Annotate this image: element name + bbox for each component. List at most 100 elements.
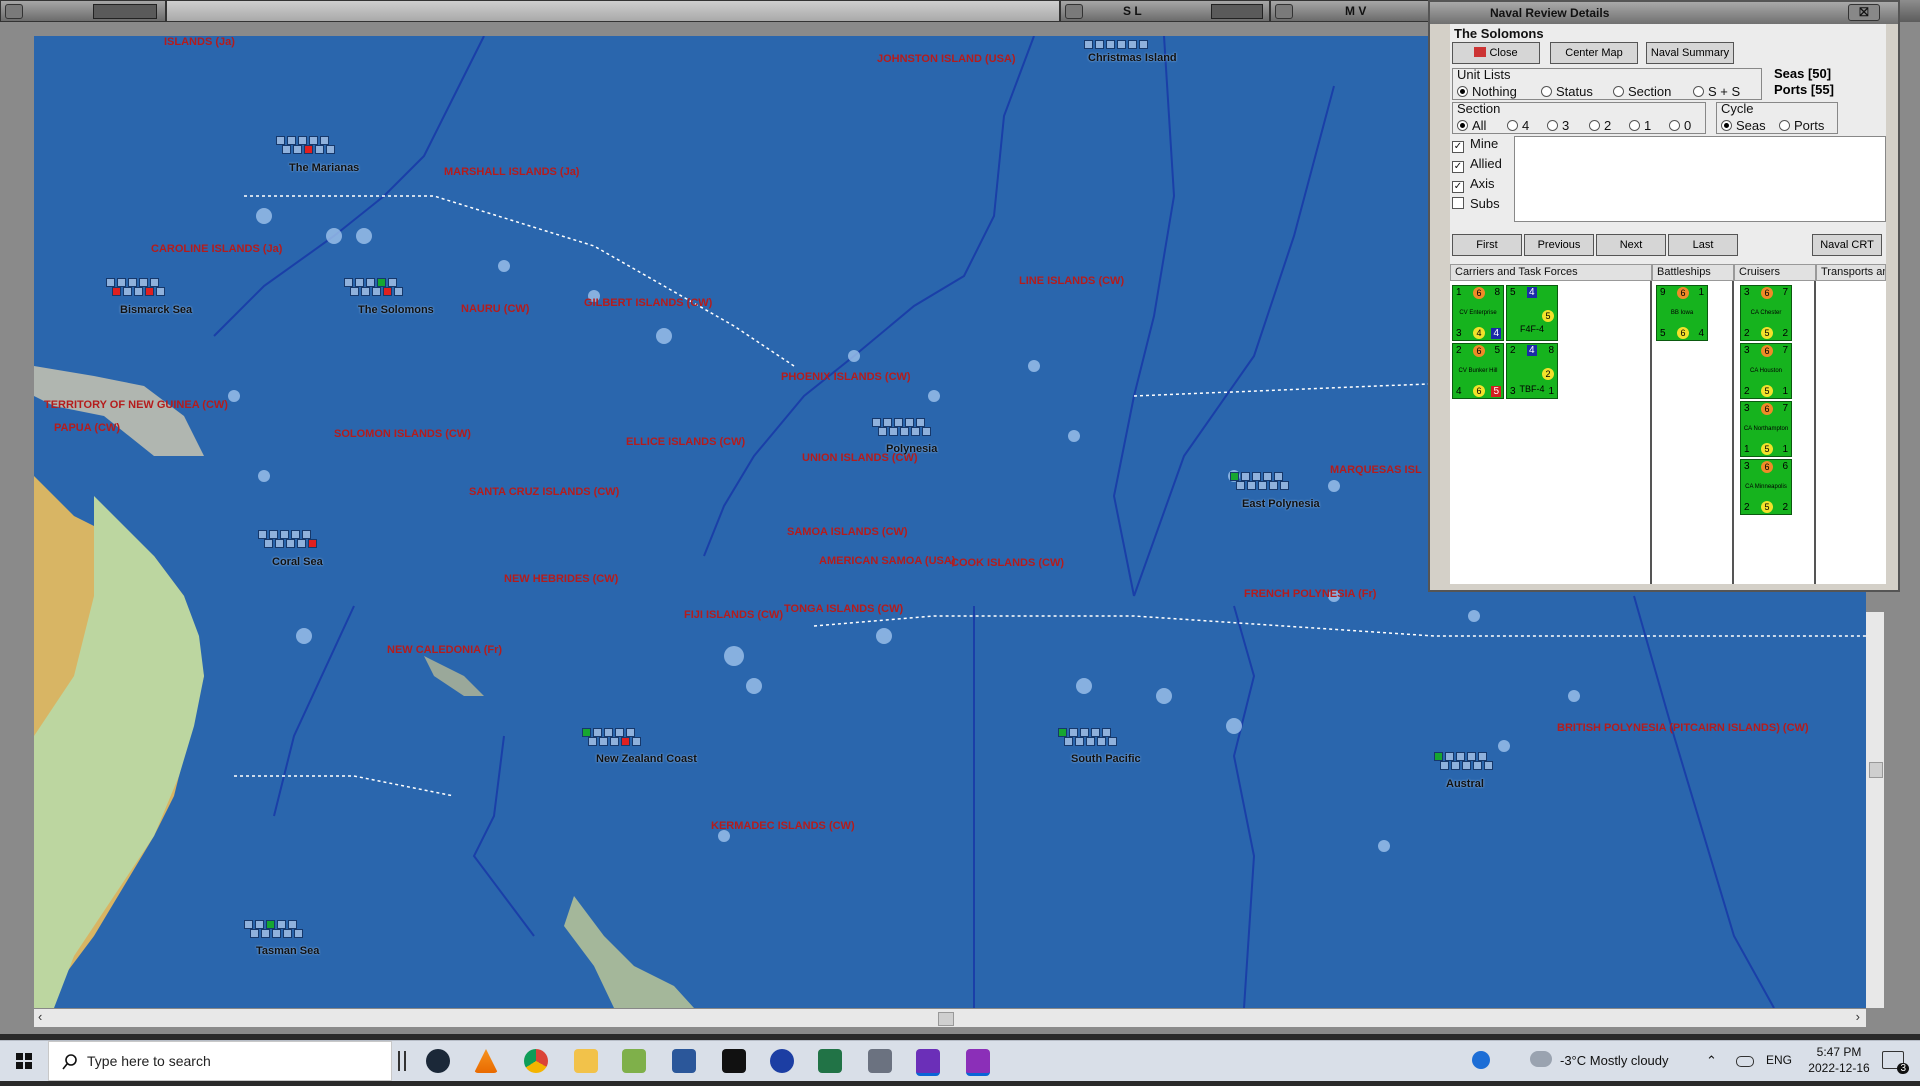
show-hidden-icons[interactable]: ⌃ <box>1706 1053 1717 1069</box>
checkbox-label: Allied <box>1470 156 1502 171</box>
radio-cycle-seas[interactable]: Seas <box>1721 118 1766 133</box>
radio-section-2[interactable]: 2 <box>1589 118 1611 133</box>
filter-mine[interactable]: ✓ Mine <box>1452 136 1498 153</box>
onedrive-icon[interactable] <box>1736 1056 1754 1067</box>
sea-area-christmas-island[interactable] <box>1084 40 1148 49</box>
window-title-mv: M V <box>1345 4 1367 18</box>
excel-icon[interactable] <box>818 1049 842 1073</box>
sea-area-the-solomons[interactable] <box>344 278 403 296</box>
radio-section-all[interactable]: All <box>1457 118 1486 133</box>
sea-area-polynesia[interactable] <box>872 418 931 436</box>
panel-close-icon[interactable]: ⛝ <box>1848 4 1880 21</box>
scroll-thumb[interactable] <box>1869 762 1883 778</box>
unit-counter[interactable]: 9 6 1 BB Iowa 5 6 4 <box>1656 285 1708 341</box>
language-indicator[interactable]: ENG <box>1766 1053 1792 1067</box>
task-view-icon[interactable] <box>398 1051 406 1071</box>
radio-label: Section <box>1628 84 1672 99</box>
sea-area-tasman-sea[interactable] <box>244 920 303 938</box>
sea-area-the-marianas[interactable] <box>276 136 335 154</box>
sea-area-new-zealand-coast[interactable] <box>582 728 641 746</box>
unit-counter[interactable]: 3 6 7 CA Northampton 1 5 1 <box>1740 401 1792 457</box>
unit-counter[interactable]: 3 6 6 CA Minneapolis 2 5 2 <box>1740 459 1792 515</box>
sea-area-east-polynesia[interactable] <box>1230 472 1289 490</box>
window-menu-icon[interactable] <box>1065 4 1083 19</box>
radio-unit-lists-status[interactable]: Status <box>1541 84 1593 99</box>
unit-stat-circle: 5 <box>1542 310 1554 322</box>
unit-name: F4F-4 <box>1519 324 1544 334</box>
window-bar-sl[interactable]: S L <box>1060 0 1270 22</box>
taskbar-search-box[interactable]: Type here to search <box>48 1041 392 1081</box>
main-map-window-bar[interactable] <box>0 0 166 22</box>
naval-crt-button[interactable]: Naval CRT <box>1812 234 1882 256</box>
sea-area-bismarck-sea[interactable] <box>106 278 165 296</box>
unit-counter[interactable]: 1 6 8 CV Enterprise 3 4 4 <box>1452 285 1504 341</box>
map-label: GILBERT ISLANDS (CW) <box>584 297 713 309</box>
filter-axis[interactable]: ✓ Axis <box>1452 176 1495 193</box>
word-icon[interactable] <box>672 1049 696 1073</box>
unit-stat: 3 <box>1744 461 1750 472</box>
map-horizontal-scrollbar[interactable]: ‹ › <box>34 1008 1866 1027</box>
info-box <box>1514 136 1886 222</box>
steam-icon[interactable] <box>426 1049 450 1073</box>
first-button[interactable]: First <box>1452 234 1522 256</box>
chrome-icon[interactable] <box>524 1049 548 1073</box>
sea-area-label: Bismarck Sea <box>120 304 193 316</box>
panel-title-bar[interactable]: Naval Review Details ⛝ <box>1430 2 1898 24</box>
radio-section-1[interactable]: 1 <box>1629 118 1651 133</box>
help-icon[interactable] <box>1472 1051 1490 1069</box>
map-label: FIJI ISLANDS (CW) <box>684 609 783 621</box>
start-button[interactable] <box>0 1041 48 1081</box>
unit-counter[interactable]: 3 6 7 CA Houston 2 5 1 <box>1740 343 1792 399</box>
sea-area-coral-sea[interactable] <box>258 530 317 548</box>
notepad-icon[interactable] <box>622 1049 646 1073</box>
game-app-icon-2[interactable] <box>966 1049 990 1076</box>
unit-stat-circle: 6 <box>1677 287 1689 299</box>
previous-button[interactable]: Previous <box>1524 234 1594 256</box>
unit-stat-circle: 5 <box>1761 385 1773 397</box>
filter-allied[interactable]: ✓ Allied <box>1452 156 1502 173</box>
map-vertical-scrollbar[interactable] <box>1866 612 1884 1008</box>
center-map-button[interactable]: Center Map <box>1550 42 1638 64</box>
window-bar-mv[interactable]: M V <box>1270 0 1430 22</box>
map-label: COOK ISLANDS (CW) <box>951 557 1065 569</box>
scroll-right-icon[interactable]: › <box>1856 1009 1860 1024</box>
weather-text[interactable]: -3°C Mostly cloudy <box>1560 1053 1669 1068</box>
radio-section-0[interactable]: 0 <box>1669 118 1691 133</box>
radio-section-4[interactable]: 4 <box>1507 118 1529 133</box>
window-menu-icon[interactable] <box>1275 4 1293 19</box>
radio-section-3[interactable]: 3 <box>1547 118 1569 133</box>
next-button[interactable]: Next <box>1596 234 1666 256</box>
disney-plus-icon[interactable] <box>770 1049 794 1073</box>
naval-summary-button[interactable]: Naval Summary <box>1646 42 1734 64</box>
game-app-icon[interactable] <box>916 1049 940 1076</box>
unit-stat-circle: 6 <box>1761 461 1773 473</box>
filter-subs[interactable]: Subs <box>1452 196 1500 211</box>
map-label: SANTA CRUZ ISLANDS (CW) <box>469 486 620 498</box>
radio-unit-lists-section[interactable]: Section <box>1613 84 1671 99</box>
unit-counter[interactable]: 2 6 5 CV Bunker Hill 4 6 5 <box>1452 343 1504 399</box>
unit-counter[interactable]: 2 4 8 2 3 TBF-4 1 <box>1506 343 1558 399</box>
unit-counter[interactable]: 5 4 F4F-4 5 <box>1506 285 1558 341</box>
sea-area-austral[interactable] <box>1434 752 1493 770</box>
clock[interactable]: 5:47 PM 2022-12-16 <box>1796 1044 1882 1076</box>
sea-area-south-pacific[interactable] <box>1058 728 1117 746</box>
notifications-icon[interactable]: 3 <box>1882 1051 1909 1074</box>
unit-counter[interactable]: 3 6 7 CA Chester 2 5 2 <box>1740 285 1792 341</box>
radio-cycle-ports[interactable]: Ports <box>1779 118 1824 133</box>
last-button[interactable]: Last <box>1668 234 1738 256</box>
file-explorer-icon[interactable] <box>574 1049 598 1073</box>
radio-label: All <box>1472 118 1487 133</box>
scroll-left-icon[interactable]: ‹ <box>38 1009 42 1024</box>
close-button[interactable]: Close <box>1452 42 1540 64</box>
seas-count: Seas [50] <box>1774 66 1832 81</box>
window-menu-icon[interactable] <box>5 4 23 19</box>
unit-stat-circle: 6 <box>1761 287 1773 299</box>
checkbox-label: Mine <box>1470 136 1499 151</box>
map-label: MARSHALL ISLANDS (Ja) <box>444 166 580 178</box>
netflix-icon[interactable] <box>722 1049 746 1073</box>
scroll-thumb[interactable] <box>938 1012 954 1026</box>
calculator-icon[interactable] <box>868 1049 892 1073</box>
radio-unit-lists-nothing[interactable]: Nothing <box>1457 84 1517 99</box>
radio-unit-lists-s-plus-s[interactable]: S + S <box>1693 84 1740 99</box>
vlc-icon[interactable] <box>474 1049 498 1073</box>
